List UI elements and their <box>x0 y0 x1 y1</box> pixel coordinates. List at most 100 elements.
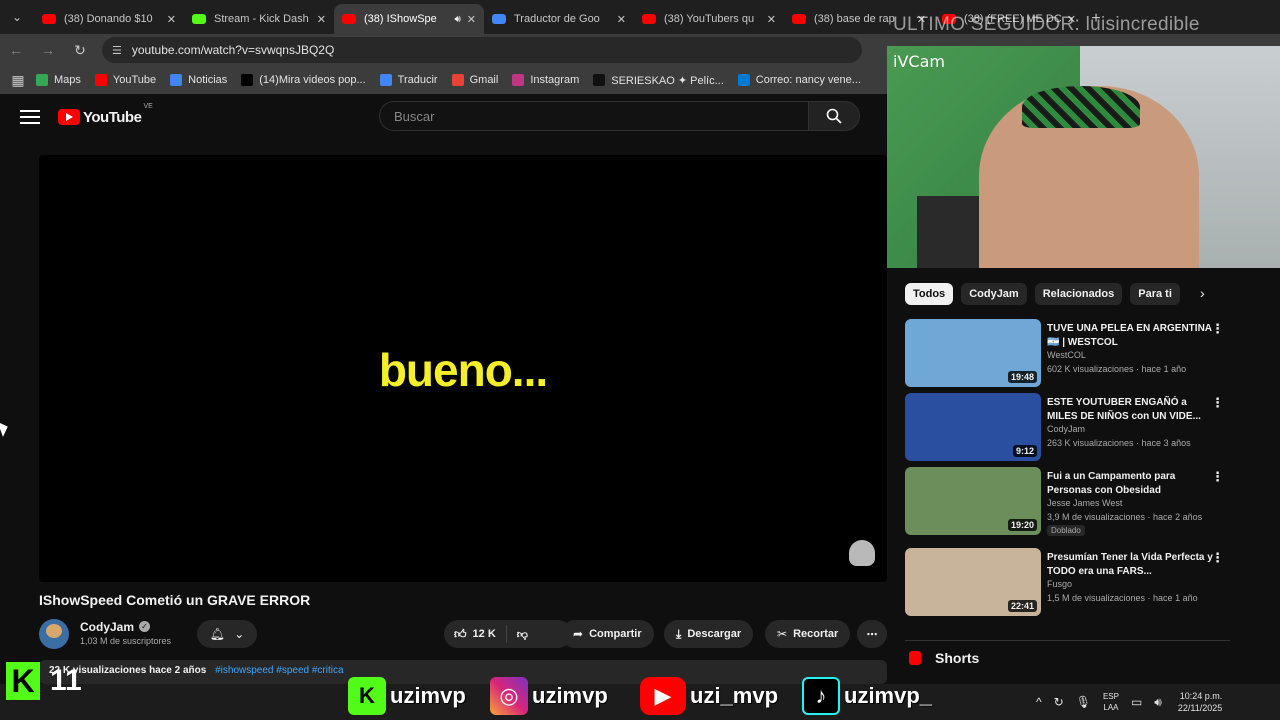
tab-favicon-icon <box>42 14 56 24</box>
bookmark-item[interactable]: Noticias <box>170 74 227 86</box>
chevron-up-icon[interactable]: ^ <box>1036 695 1042 709</box>
browser-tab[interactable]: (38) IShowSpe 🔊︎ ✕ <box>334 4 484 34</box>
video-thumbnail[interactable]: 22:41 <box>905 548 1041 616</box>
reload-button[interactable]: ↻ <box>64 42 96 59</box>
recommended-video[interactable]: 19:20 Fui a un Campamento para Personas c… <box>905 467 1230 537</box>
download-button[interactable]: ⤓ Descargar <box>664 620 754 648</box>
video-duration: 9:12 <box>1012 445 1037 457</box>
tab-close-icon[interactable]: ✕ <box>317 13 326 26</box>
search-input[interactable]: Buscar <box>379 101 809 131</box>
forward-button[interactable]: → <box>32 42 64 58</box>
tab-close-icon[interactable]: ✕ <box>617 13 626 26</box>
more-vert-icon[interactable]: ⋮ <box>1211 469 1224 485</box>
filter-chip[interactable]: Todos <box>905 283 954 305</box>
recommended-video-title[interactable]: Presumían Tener la Vida Perfecta y TODO … <box>1047 551 1217 579</box>
recommended-meta: 602 K visualizaciones · hace 1 año <box>1047 364 1187 374</box>
network-icon[interactable]: ▭ <box>1131 695 1142 709</box>
youtube-logo[interactable]: YouTube VE <box>58 103 153 126</box>
url-text: youtube.com/watch?v=svwqnsJBQ2Q <box>131 43 335 57</box>
recommended-video-title[interactable]: TUVE UNA PELEA EN ARGENTINA 🇦🇷 | WESTCOL <box>1047 322 1217 350</box>
video-thumbnail[interactable]: 19:20 <box>905 467 1041 535</box>
recommended-video-title[interactable]: ESTE YOUTUBER ENGAÑÓ a MILES DE NIÑOS co… <box>1047 396 1217 424</box>
chevron-right-icon[interactable]: › <box>1200 285 1205 301</box>
clip-button[interactable]: ✂ Recortar <box>765 620 851 648</box>
tab-close-icon[interactable]: ✕ <box>767 13 776 26</box>
tab-close-icon[interactable]: ✕ <box>167 13 176 26</box>
browser-tab[interactable]: (38) Donando $10 ✕ <box>34 4 184 34</box>
webcam-label: iVCam <box>893 52 945 71</box>
chevron-down-icon: ⌄ <box>234 627 245 641</box>
more-actions-button[interactable]: ⋯ <box>857 620 887 648</box>
bookmark-item[interactable]: Traducir <box>379 74 438 86</box>
bookmark-item[interactable]: Gmail <box>451 74 499 86</box>
recommended-channel[interactable]: Jesse James West <box>1047 498 1122 508</box>
back-button[interactable]: ← <box>0 42 32 58</box>
channel-name[interactable]: CodyJam <box>80 620 134 634</box>
mouse-cursor-icon <box>0 419 11 437</box>
system-tray: ^ ↻ 🎙︎ ESP LAA ▭ 🔊︎ 10:24 p.m. 22/11/202… <box>1030 684 1222 720</box>
kick-logo-icon: K <box>6 662 40 700</box>
search-button[interactable] <box>808 101 860 131</box>
filter-chip[interactable]: Para ti <box>1130 283 1180 305</box>
browser-tab[interactable]: (38) YouTubers qu ✕ <box>634 4 784 34</box>
more-vert-icon[interactable]: ⋮ <box>1211 395 1224 411</box>
video-player[interactable]: bueno... <box>39 155 887 582</box>
bookmark-label: Gmail <box>469 74 499 86</box>
webcam-cap <box>1022 86 1140 128</box>
tab-close-icon[interactable]: ✕ <box>467 13 476 26</box>
language-indicator[interactable]: ESP LAA <box>1103 691 1119 713</box>
bookmark-icon <box>241 74 254 86</box>
bookmark-item[interactable]: YouTube <box>94 74 157 86</box>
recommended-video-title[interactable]: Fui a un Campamento para Personas con Ob… <box>1047 470 1217 498</box>
hashtags[interactable]: #ishowspeed #speed #critica <box>215 665 343 676</box>
video-duration: 19:48 <box>1007 371 1037 383</box>
youtube-header: YouTube VE Buscar <box>0 94 890 140</box>
recommended-channel[interactable]: CodyJam <box>1047 424 1085 434</box>
volume-icon[interactable]: 🔊︎ <box>1154 695 1162 710</box>
video-thumbnail[interactable]: 9:12 <box>905 393 1041 461</box>
video-duration: 22:41 <box>1007 600 1037 612</box>
more-vert-icon[interactable]: ⋮ <box>1211 321 1224 337</box>
recommended-video[interactable]: 19:48 TUVE UNA PELEA EN ARGENTINA 🇦🇷 | WE… <box>905 319 1230 389</box>
bookmark-label: YouTube <box>112 74 157 86</box>
like-button[interactable]: 👍︎ 12 K <box>444 625 507 643</box>
filter-chips: Todos CodyJam Relacionados Para ti <box>905 283 1225 307</box>
bookmark-label: SERIESKAO ✦ Pelíc... <box>611 74 724 87</box>
recommended-channel[interactable]: Fusgo <box>1047 579 1072 589</box>
like-count: 12 K <box>472 628 496 640</box>
tab-audio-icon[interactable]: 🔊︎ <box>454 14 460 25</box>
filter-chip[interactable]: Relacionados <box>1034 283 1123 305</box>
bookmark-item[interactable]: Correo: nancy vene... <box>737 74 861 86</box>
site-info-icon[interactable]: ☰ <box>112 44 122 57</box>
bookmark-item[interactable]: Maps <box>36 74 81 86</box>
address-bar[interactable]: ☰ youtube.com/watch?v=svwqnsJBQ2Q <box>102 37 862 63</box>
hamburger-menu-icon[interactable] <box>20 110 40 124</box>
notification-bell-button[interactable]: 🔔︎ ⌄ <box>197 620 257 648</box>
tab-search-icon[interactable]: ⌄ <box>0 0 34 34</box>
bookmark-item[interactable]: Instagram <box>512 74 579 86</box>
share-button[interactable]: ➦ Compartir <box>561 620 654 648</box>
browser-tab[interactable]: Stream - Kick Dash ✕ <box>184 4 334 34</box>
apps-grid-icon[interactable]: ▦ <box>0 72 36 89</box>
dislike-button[interactable]: 👎︎ <box>507 628 538 641</box>
filter-chip[interactable]: CodyJam <box>961 283 1027 305</box>
bookmark-item[interactable]: (14)Mira videos pop... <box>241 74 366 86</box>
recommended-channel[interactable]: WestCOL <box>1047 350 1086 360</box>
tiktok-handle-text: uzimvp_ <box>844 683 933 708</box>
lang-top: ESP <box>1102 692 1119 701</box>
clock[interactable]: 10:24 p.m. 22/11/2025 <box>1178 690 1222 714</box>
more-vert-icon[interactable]: ⋮ <box>1211 550 1224 566</box>
sync-icon[interactable]: ↻ <box>1054 695 1064 709</box>
clock-time: 10:24 p.m. <box>1179 691 1223 701</box>
browser-tab[interactable]: Traductor de Goo ✕ <box>484 4 634 34</box>
recommended-video[interactable]: 22:41 Presumían Tener la Vida Perfecta y … <box>905 548 1230 618</box>
video-thumbnail[interactable]: 19:48 <box>905 319 1041 387</box>
like-dislike-group: 👍︎ 12 K 👎︎ <box>444 620 572 648</box>
channel-avatar[interactable] <box>39 619 69 649</box>
bookmark-item[interactable]: SERIESKAO ✦ Pelíc... <box>593 74 724 87</box>
instagram-handle-text: uzimvp <box>532 683 608 708</box>
bookmark-label: Maps <box>54 74 81 86</box>
bell-icon: 🔔︎ <box>209 627 225 641</box>
recommended-video[interactable]: 9:12 ESTE YOUTUBER ENGAÑÓ a MILES DE NIÑO… <box>905 393 1230 463</box>
microphone-icon[interactable]: 🎙︎ <box>1076 695 1091 709</box>
